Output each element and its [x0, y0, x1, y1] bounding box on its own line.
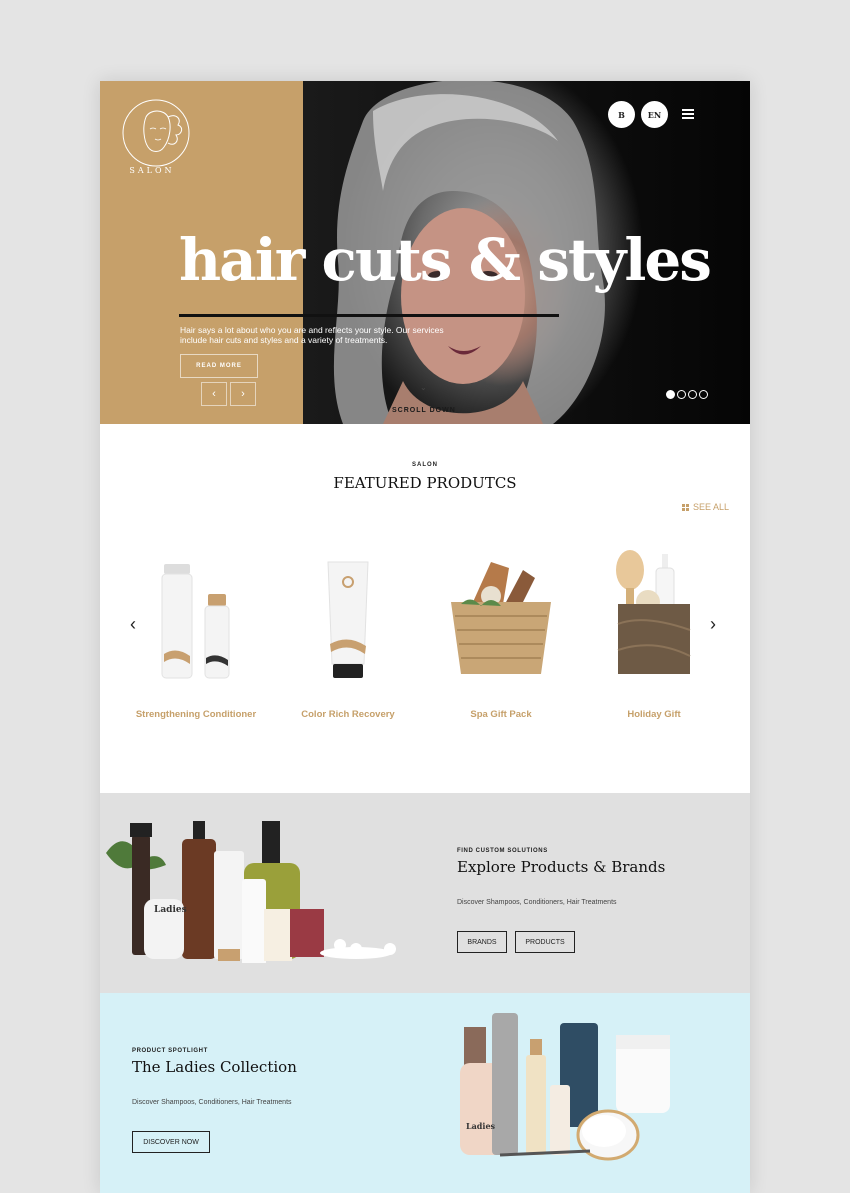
featured-products-section: SALON FEATURED PRODUTCS SEE ALL ‹ › Stre… — [100, 424, 750, 793]
see-all-label: SEE ALL — [693, 502, 730, 512]
product-name[interactable]: Color Rich Recovery — [278, 709, 418, 720]
featured-kicker: SALON — [412, 462, 438, 468]
hero-prev-button[interactable]: ‹ — [201, 382, 227, 406]
chevron-down-icon: ⌄ — [420, 383, 427, 392]
scroll-down-link[interactable]: SCROLL DOWN — [392, 407, 456, 414]
hamburger-menu-icon[interactable] — [682, 109, 694, 119]
products-button[interactable]: PRODUCTS — [515, 931, 575, 953]
grid-icon — [682, 503, 689, 511]
explore-kicker: FIND CUSTOM SOLUTIONS — [457, 848, 548, 854]
ladies-description: Discover Shampoos, Conditioners, Hair Tr… — [132, 1099, 292, 1106]
product-card[interactable]: Color Rich Recovery — [278, 534, 418, 724]
product-card[interactable]: Holiday Gift — [584, 534, 724, 724]
see-all-link[interactable]: SEE ALL — [682, 502, 729, 512]
brand-label: Ladies — [154, 905, 187, 915]
brand-products-image — [106, 821, 396, 963]
explore-section: Ladies FIND CUSTOM SOLUTIONS Explore Pro… — [100, 793, 750, 993]
logo-text: SALON — [129, 166, 175, 175]
slider-dot[interactable] — [666, 390, 675, 399]
product-card[interactable]: Strengthening Conditioner — [126, 534, 266, 724]
brands-button[interactable]: BRANDS — [457, 931, 507, 953]
featured-title: FEATURED PRODUTCS — [333, 474, 517, 492]
slider-dot[interactable] — [677, 390, 686, 399]
slider-dots — [666, 390, 708, 399]
product-name[interactable]: Holiday Gift — [584, 709, 724, 720]
product-name[interactable]: Spa Gift Pack — [431, 709, 571, 720]
slider-dot[interactable] — [699, 390, 708, 399]
chevron-right-icon: › — [241, 388, 245, 400]
ladies-products-image — [460, 1013, 670, 1161]
ladies-title: The Ladies Collection — [132, 1058, 297, 1076]
discover-now-button[interactable]: DISCOVER NOW — [132, 1131, 210, 1153]
slider-dot[interactable] — [688, 390, 697, 399]
lang-en-button[interactable]: EN — [641, 101, 668, 128]
hero-divider — [179, 314, 559, 317]
product-name[interactable]: Strengthening Conditioner — [126, 709, 266, 720]
explore-title: Explore Products & Brands — [457, 858, 666, 876]
ladies-collection-section: PRODUCT SPOTLIGHT The Ladies Collection … — [100, 993, 750, 1193]
ladies-label: Ladies — [466, 1121, 496, 1131]
recovery-tube-image — [327, 561, 369, 678]
hero-next-button[interactable]: › — [230, 382, 256, 406]
product-card[interactable]: Spa Gift Pack — [431, 534, 571, 724]
page: SALON B EN hair cuts & styles Hair says … — [100, 81, 750, 1193]
spa-basket-image — [451, 562, 551, 674]
hero-title: hair cuts & styles — [179, 226, 712, 294]
hero-section: SALON B EN hair cuts & styles Hair says … — [100, 81, 750, 424]
read-more-button[interactable]: READ MORE — [180, 354, 258, 378]
conditioner-bottles-image — [161, 564, 230, 679]
chevron-left-icon: ‹ — [212, 388, 216, 400]
holiday-gift-image — [616, 550, 691, 674]
lang-b-button[interactable]: B — [608, 101, 635, 128]
ladies-kicker: PRODUCT SPOTLIGHT — [132, 1048, 208, 1054]
hero-description: Hair says a lot about who you are and re… — [180, 325, 444, 345]
explore-description: Discover Shampoos, Conditioners, Hair Tr… — [457, 899, 617, 906]
